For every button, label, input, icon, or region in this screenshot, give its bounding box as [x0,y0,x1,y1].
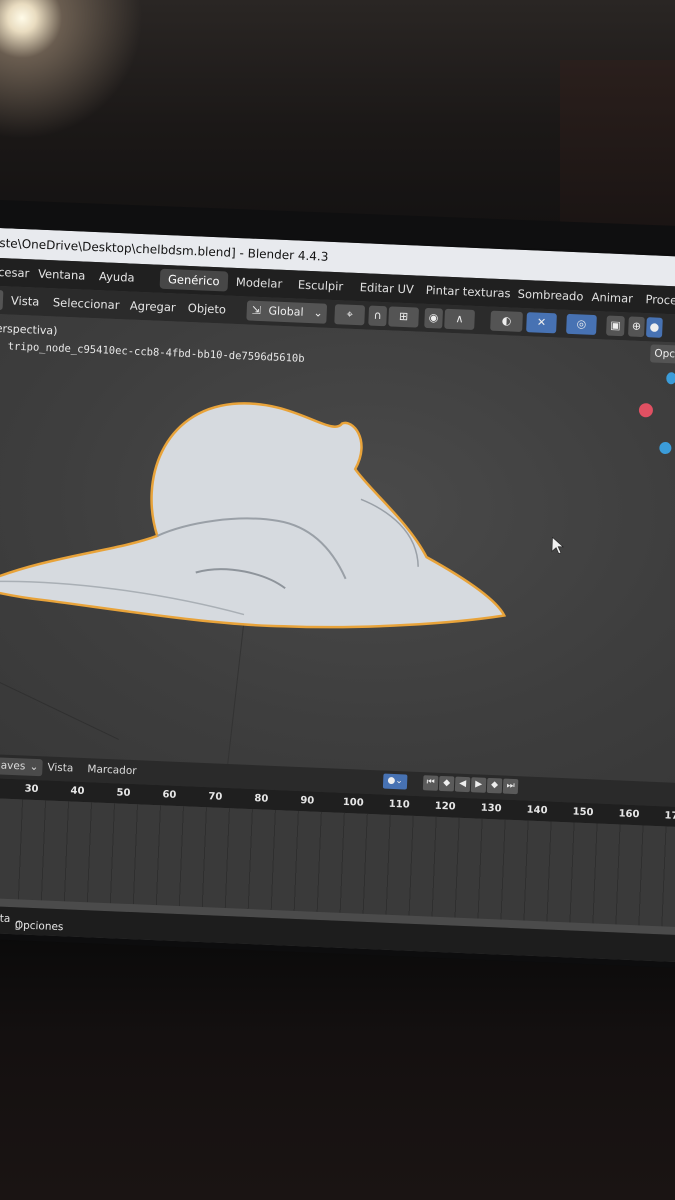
tab-procesamiento[interactable]: Proce [637,289,675,311]
timeline-menu-marcador[interactable]: Marcador [87,763,137,777]
overlays-icon: ◎ [576,317,587,331]
orientation-icon: ⇲ [251,303,262,317]
orientation-label: Global [268,304,304,319]
transform-orientation-dropdown[interactable]: ⇲ Global ⌄ [246,300,328,324]
gizmo-icon: ✕ [536,315,547,329]
auto-keying-toggle[interactable]: ●⌄ [382,773,408,790]
solid-sphere-icon: ● [649,320,660,334]
shading-wireframe-button[interactable]: ⊕ [628,316,645,338]
frame-tick: 70 [208,791,223,803]
play-reverse-button[interactable]: ◀ [454,776,471,793]
xray-icon: ▣ [609,318,621,333]
menu-objeto[interactable]: Objeto [188,301,227,317]
desk-background [0,930,675,1200]
frame-tick: 110 [388,798,410,811]
floor-grid-line [227,624,245,765]
tab-sombreado[interactable]: Sombreado [509,283,592,306]
tab-generico[interactable]: Genérico [159,268,229,292]
chevron-down-icon: ⌄ [313,306,323,320]
chevron-down-icon: ⌄ [29,760,39,774]
floor-grid-line [0,673,119,740]
menu-vista[interactable]: Vista [11,294,40,309]
menu-procesar[interactable]: cesar [0,265,30,280]
magnet-icon: ∩ [373,308,382,323]
viewport-scene [0,393,564,765]
snap-toggle-button[interactable]: ∩ [368,305,388,327]
tab-pintar-texturas[interactable]: Pintar texturas [417,280,519,304]
keys-dropdown[interactable]: Claves ⌄ [0,756,43,777]
frame-tick: 90 [300,795,315,807]
keys-dropdown-label: Claves [0,759,26,773]
prev-keyframe-button[interactable]: ◆ [438,775,455,792]
frame-tick: 120 [434,800,456,813]
frame-tick: 160 [618,808,640,821]
menu-ayuda[interactable]: Ayuda [99,269,135,284]
circle-dot-icon: ◉ [428,311,439,325]
tab-modelar[interactable]: Modelar [228,272,291,295]
frame-tick: 150 [572,806,594,819]
jump-start-button[interactable]: ⏮ [422,775,439,791]
play-reverse-icon: ◀ [458,778,467,790]
status-left-text: ar vista [0,911,11,926]
tab-esculpir[interactable]: Esculpir [289,274,351,297]
overlays-toggle-button[interactable]: ◎ [566,313,597,336]
shading-solid-button[interactable]: ● [645,317,663,338]
record-icon: ●⌄ [387,775,404,787]
tab-editar-uv[interactable]: Editar UV [351,277,422,300]
visibility-dropdown[interactable]: ◐ [490,310,523,332]
frame-tick: 60 [162,789,177,801]
monitor-screen: ste\OneDrive\Desktop\chelbdsm.blend] - B… [0,228,675,965]
mouse-cursor-icon [551,536,564,555]
wireframe-sphere-icon: ⊕ [631,319,642,333]
gizmo-z-axis-icon[interactable] [666,372,675,385]
falloff-button[interactable]: ∧ [444,308,475,330]
eye-icon: ◐ [501,314,512,328]
room-background-right [560,60,675,240]
proportional-edit-button[interactable]: ◉ [424,307,444,329]
tab-animar[interactable]: Animar [583,287,641,309]
jump-end-icon: ⏭ [506,780,515,792]
play-icon: ▶ [474,779,483,790]
frame-tick: 80 [254,793,269,805]
options-button[interactable]: Opc [649,344,675,364]
snap-target-button[interactable]: ⊞ [388,306,420,328]
frame-tick: 170 [664,810,675,823]
frame-tick: 30 [24,783,39,796]
next-keyframe-icon: ◆ [490,780,499,791]
frame-tick: 100 [342,796,364,809]
prev-keyframe-icon: ◆ [442,778,451,789]
selected-mesh[interactable] [0,393,513,636]
next-keyframe-button[interactable]: ◆ [486,777,503,794]
3d-viewport[interactable]: erspectiva) | tripo_node_c95410ec-ccb8-4… [0,313,675,786]
gizmo-toggle-button[interactable]: ✕ [526,312,557,334]
frame-tick: 140 [526,804,548,817]
frame-tick: 130 [480,802,502,815]
xray-toggle-button[interactable]: ▣ [606,315,625,337]
jump-start-icon: ⏮ [426,777,435,788]
pivot-point-button[interactable]: ⌖ [334,304,366,326]
menu-agregar[interactable]: Agregar [130,299,176,315]
menu-seleccionar[interactable]: Seleccionar [53,295,120,312]
falloff-curve-icon: ∧ [455,312,464,326]
frame-tick: 50 [116,787,131,799]
pivot-icon: ⌖ [346,307,354,321]
jump-end-button[interactable]: ⏭ [502,778,519,795]
timeline-menu-vista[interactable]: Vista [47,761,73,774]
frame-tick: 40 [70,785,85,798]
snap-grid-icon: ⊞ [398,309,409,324]
status-options-label: Opciones [14,919,64,934]
editor-type-button[interactable] [0,289,4,311]
play-button[interactable]: ▶ [470,777,487,793]
menu-ventana[interactable]: Ventana [38,267,86,283]
